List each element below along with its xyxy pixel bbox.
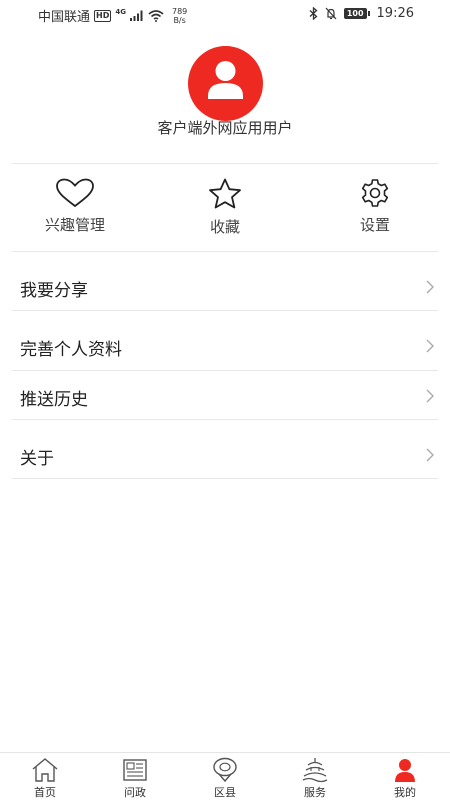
- chevron-right-icon: [426, 448, 434, 462]
- nav-tab-district[interactable]: 区县: [195, 757, 255, 800]
- divider: [12, 251, 438, 252]
- chevron-right-icon: [426, 389, 434, 403]
- gear-icon: [361, 179, 389, 207]
- nav-tab-mine[interactable]: 我的: [375, 757, 435, 800]
- divider: [12, 163, 438, 164]
- username: 客户端外网应用用户: [157, 119, 293, 137]
- chevron-right-icon: [426, 280, 434, 294]
- interest-management-label: 兴趣管理: [44, 216, 105, 234]
- newspaper-icon: [123, 759, 147, 781]
- heart-icon: [56, 178, 94, 208]
- network-speed: 789 B/s: [172, 7, 187, 25]
- carrier-name: 中国联通: [38, 10, 91, 25]
- mute-icon: [325, 7, 337, 20]
- user-icon: [395, 759, 415, 782]
- divider: [12, 419, 438, 420]
- battery-tip: [367, 11, 370, 16]
- speed-value: 789: [171, 6, 188, 16]
- favorites-button[interactable]: 收藏: [175, 178, 275, 237]
- status-left: 中国联通 HD 4G 789 B/s: [38, 6, 187, 26]
- menu-item-push-history[interactable]: 推送历史: [12, 371, 438, 419]
- clock: 19:26: [376, 6, 414, 21]
- status-bar: 中国联通 HD 4G 789 B/s 100 19:26: [0, 0, 450, 28]
- chevron-right-icon: [426, 339, 434, 353]
- menu-item-share[interactable]: 我要分享: [12, 262, 438, 310]
- menu-item-label: 推送历史: [20, 390, 88, 410]
- battery-level: 100: [343, 8, 367, 19]
- menu-item-profile[interactable]: 完善个人资料: [12, 321, 438, 369]
- speed-unit: B/s: [173, 15, 186, 25]
- nav-label: 区县: [214, 786, 236, 799]
- divider: [12, 478, 438, 479]
- menu-item-label: 我要分享: [20, 281, 88, 301]
- star-icon: [209, 178, 241, 209]
- location-icon: [213, 757, 237, 783]
- status-right: 100 19:26: [309, 6, 414, 21]
- nav-tab-inquiry[interactable]: 问政: [105, 757, 165, 800]
- nav-label: 首页: [34, 786, 56, 799]
- avatar[interactable]: [188, 46, 263, 121]
- settings-label: 设置: [359, 216, 390, 234]
- interest-management-button[interactable]: 兴趣管理: [25, 178, 125, 235]
- divider: [12, 310, 438, 311]
- wifi-icon: [148, 9, 164, 22]
- nav-tab-service[interactable]: 服务: [285, 757, 345, 800]
- menu-item-label: 完善个人资料: [20, 340, 122, 360]
- battery-indicator: 100: [343, 8, 370, 19]
- nav-label: 问政: [124, 786, 146, 799]
- signal-icon: [129, 10, 143, 21]
- user-silhouette-icon: [208, 61, 243, 99]
- bluetooth-icon: [309, 7, 318, 20]
- favorites-label: 收藏: [209, 218, 240, 236]
- settings-button[interactable]: 设置: [325, 178, 425, 235]
- bottom-nav: 首页 问政 区县 服务 我的: [0, 752, 450, 800]
- menu-item-about[interactable]: 关于: [12, 430, 438, 478]
- hd-badge: HD: [94, 9, 112, 22]
- network-type: 4G: [115, 7, 126, 16]
- temple-icon: [302, 758, 328, 783]
- nav-label: 我的: [394, 786, 416, 799]
- home-icon: [32, 758, 58, 782]
- menu-item-label: 关于: [20, 449, 54, 469]
- nav-tab-home[interactable]: 首页: [15, 757, 75, 800]
- nav-label: 服务: [304, 786, 326, 799]
